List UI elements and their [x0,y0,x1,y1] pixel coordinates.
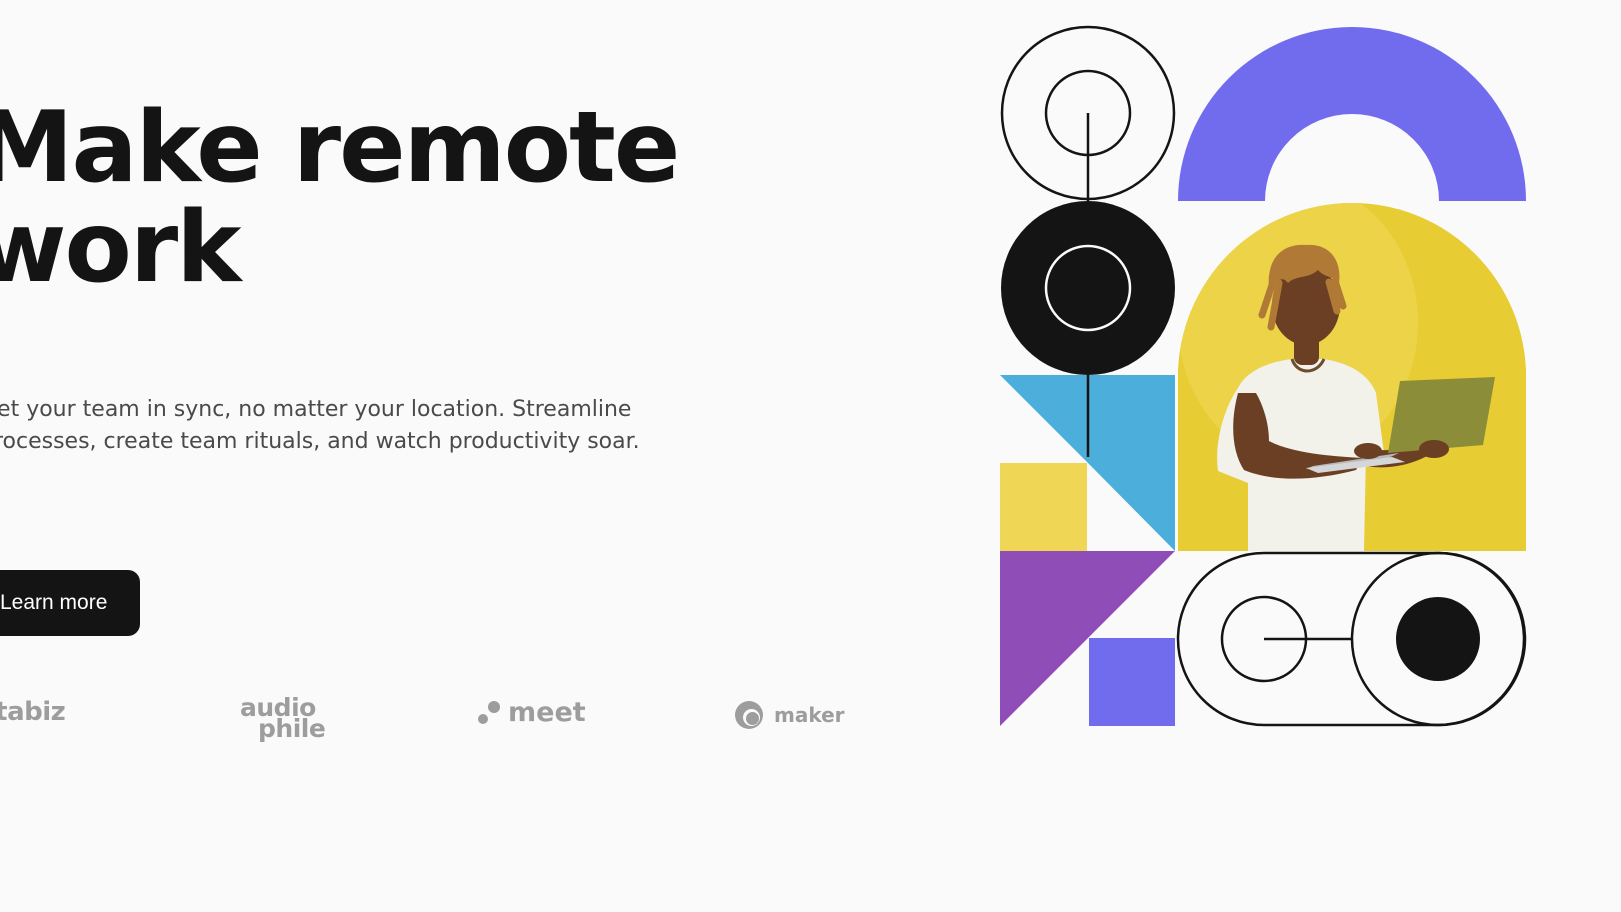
hero-page: Make remote work Get your team in sync, … [0,0,1621,912]
hero-illustration [1000,25,1530,735]
blue-triangle-left [1000,375,1088,463]
hero-title: Make remote work [0,91,680,305]
capsule-black-dot [1396,597,1480,681]
maker-logo-icon [735,701,763,729]
databiz-logo-text: databiz [0,697,66,727]
databiz-logo: databiz [0,697,66,727]
hero-description-line-2: processes, create team rituals, and watc… [0,429,640,454]
maker-logo: maker [734,700,845,730]
yellow-square [1000,463,1087,551]
hero-title-line-2: work [0,191,241,305]
purple-square [1089,638,1175,726]
hero-title-line-1: Make remote [0,91,680,205]
learn-more-button[interactable]: Learn more [0,570,140,636]
maker-logo-text: maker [774,703,845,727]
meet-logo: meet [478,697,586,728]
hero-description-line-1: Get your team in sync, no matter your lo… [0,397,632,422]
black-circle [1001,201,1175,375]
person-with-laptop-image [1178,203,1526,551]
meet-logo-text: meet [508,697,586,728]
hero-photo [1178,203,1526,551]
audiophile-logo: audio phile [240,695,340,741]
hero-description: Get your team in sync, no matter your lo… [0,394,640,458]
meet-logo-icon [478,700,500,724]
purple-arch [1178,27,1526,201]
